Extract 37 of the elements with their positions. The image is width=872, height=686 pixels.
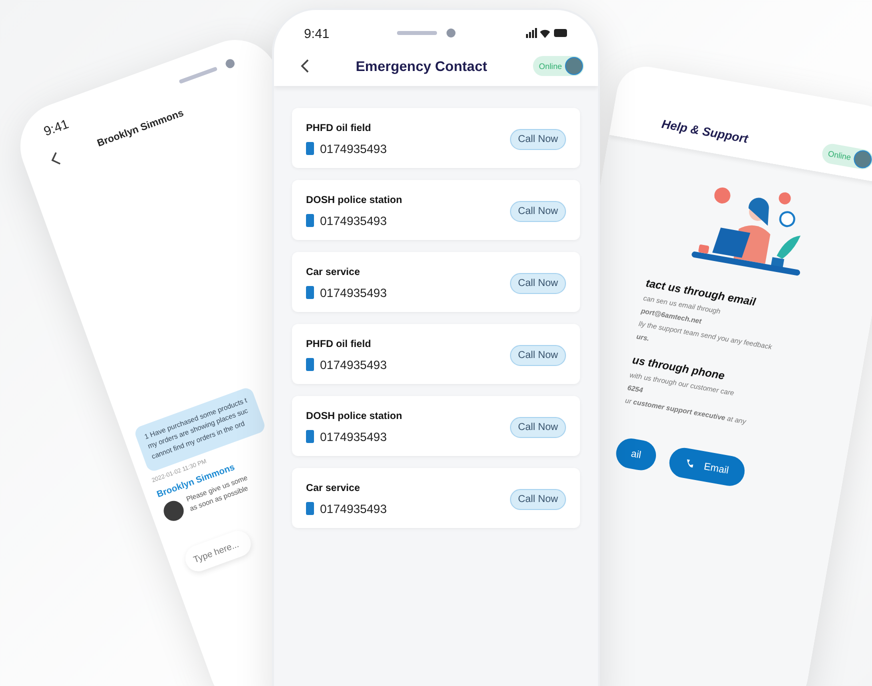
- call-now-button[interactable]: Call Now: [510, 488, 566, 510]
- phone-number: 0174935493: [320, 358, 387, 372]
- back-icon[interactable]: [300, 59, 310, 73]
- contact-name: PHFD oil field: [306, 122, 372, 134]
- phone-number: 0174935493: [320, 286, 387, 300]
- avatar-circle: [852, 148, 872, 170]
- contact-name: DOSH police station: [306, 410, 402, 422]
- mobile-phone-icon: [306, 286, 314, 299]
- phone-number: 0174935493: [320, 214, 387, 228]
- online-status-badge: Online: [820, 142, 872, 171]
- contact-name: Car service: [306, 482, 361, 494]
- call-now-button[interactable]: Call Now: [510, 344, 566, 366]
- screen-title: Help & Support: [660, 116, 750, 146]
- email-button[interactable]: Email: [666, 446, 747, 488]
- status-time: 9:41: [304, 26, 330, 40]
- contact-name: DOSH police station: [306, 194, 402, 206]
- mobile-phone-icon: [306, 430, 314, 443]
- phone-number: 0174935493: [320, 430, 387, 444]
- call-now-button[interactable]: Call Now: [510, 128, 566, 150]
- status-time: 9:41: [42, 116, 70, 138]
- call-now-button[interactable]: Call Now: [510, 272, 566, 294]
- call-now-button[interactable]: Call Now: [510, 200, 566, 222]
- call-now-button[interactable]: Call Now: [510, 416, 566, 438]
- mobile-phone-icon: [306, 214, 314, 227]
- phone-number: 0174935493: [320, 502, 387, 516]
- online-status-badge: Online: [532, 56, 584, 76]
- mobile-phone-icon: [306, 142, 314, 155]
- phone-icon: [684, 458, 696, 470]
- mobile-phone-icon: [306, 358, 314, 371]
- screen-title: Emergency Contact: [356, 58, 488, 74]
- contact-name: PHFD oil field: [306, 338, 372, 350]
- status-icons: [526, 28, 568, 38]
- phone-number: 0174935493: [320, 142, 387, 156]
- contact-name: Car service: [306, 266, 361, 278]
- mobile-phone-icon: [306, 502, 314, 515]
- avatar-circle: [564, 57, 583, 75]
- contact-button[interactable]: ail: [614, 436, 658, 473]
